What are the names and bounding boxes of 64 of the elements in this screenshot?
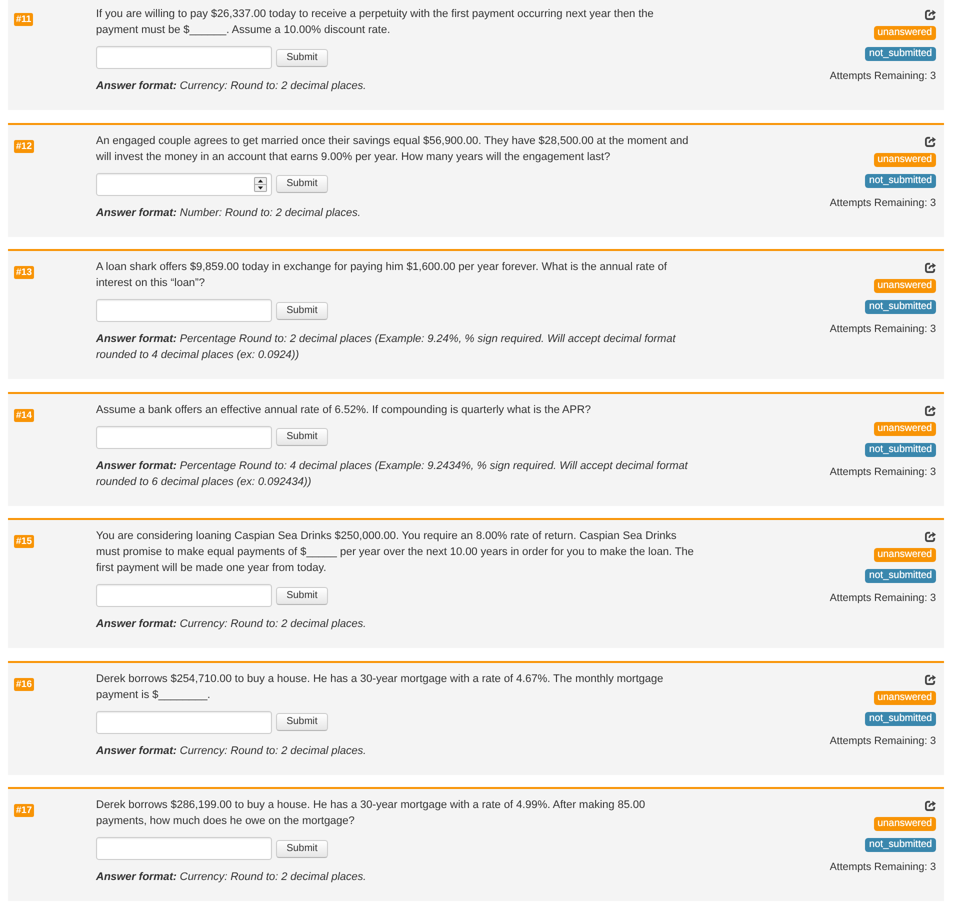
submit-button[interactable]: Submit [276,586,328,604]
box-arrow-icon[interactable] [925,531,936,542]
answer-input[interactable] [96,426,272,448]
attempts-remaining-text: Attempts Remaining: 3 [830,69,936,84]
status-badge: not_submitted [865,442,936,456]
submit-button[interactable]: Submit [276,48,328,66]
status-badge: not_submitted [865,569,936,583]
box-arrow-icon[interactable] [925,9,936,20]
attempts-remaining-text: Attempts Remaining: 3 [830,464,936,480]
question-number-badge: #17 [14,804,34,817]
status-badge: not_submitted [865,712,936,726]
question-number-badge: #11 [14,13,34,26]
status-badge: not_submitted [865,47,936,61]
answer-format-text: Answer format: Currency: Round to: 2 decimal places. [96,617,366,632]
spinner-arrows-icon[interactable] [254,176,267,192]
question-number-badge: #14 [14,408,34,422]
number-input[interactable] [96,172,272,196]
question-number-badge: #12 [14,140,34,152]
status-badge: not_submitted [865,174,936,188]
submit-button[interactable]: Submit [276,428,328,446]
question-number-badge: #15 [14,535,34,548]
attempts-remaining-text: Attempts Remaining: 3 [830,591,936,606]
answer-format-text: Answer format: Currency: Round to: 2 decimal places. [96,79,366,94]
box-arrow-icon[interactable] [925,674,936,684]
status-badge: unanswered [874,26,936,40]
answer-format-text: Answer format: Percentage Round to: 4 decimal places (Example: 9.2434%, % sign required. Will accept decimal format rounded to 6 decimal places (ex: 0.092434)) [96,458,689,490]
attempts-remaining-text: Attempts Remaining: 3 [830,322,936,337]
status-badge: not_submitted [865,838,936,852]
question-text: Derek borrows $286,199.00 to buy a house. He has a 30-year mortgage with a rate of 4.99%. After making 85.00 payments, how much does he owe on the mortgage? [96,798,646,829]
attempts-remaining-text: Attempts Remaining: 3 [830,860,936,875]
question-text: Derek borrows $254,710.00 to buy a house. He has a 30-year mortgage with a rate of 4.67%. The monthly mortgage payment is $________. [96,672,664,702]
box-arrow-icon[interactable] [925,800,936,811]
question-number-badge: #16 [14,678,34,690]
answer-format-text: Answer format: Currency: Round to: 2 decimal places. [96,744,366,758]
answer-input[interactable] [96,46,272,69]
question-text: Assume a bank offers an effective annual rate of 6.52%. If compounding is quarterly what is the APR? [96,402,591,418]
submit-button[interactable]: Submit [276,713,328,731]
question-text: A loan shark offers $9,859.00 today in exchange for paying him $1,600.00 per year forever. What is the annual rate of interest on this “loan”? [96,260,668,291]
status-badge: unanswered [874,548,936,562]
answer-format-text: Answer format: Currency: Round to: 2 decimal places. [96,870,366,885]
box-arrow-icon[interactable] [925,404,936,416]
status-badge: not_submitted [865,300,936,314]
box-arrow-icon[interactable] [925,262,936,273]
attempts-remaining-text: Attempts Remaining: 3 [830,734,936,748]
status-badge: unanswered [874,817,936,831]
status-badge: unanswered [874,152,936,166]
status-badge: unanswered [874,422,936,436]
question-number-badge: #13 [14,266,34,279]
answer-input[interactable] [96,299,272,322]
answer-input[interactable] [96,710,272,734]
answer-format-text: Answer format: Number: Round to: 2 decimal places. [96,206,361,220]
submit-button[interactable]: Submit [276,302,328,320]
status-badge: unanswered [874,279,936,293]
answer-format-text: Answer format: Percentage Round to: 2 decimal places (Example: 9.24%, % sign required. Will accept decimal format rounded to 4 decimal places (ex: 0.0924)) [96,332,677,363]
answer-input[interactable] [96,837,272,860]
status-badge: unanswered [874,690,936,704]
answer-input[interactable] [96,584,272,607]
question-text: If you are willing to pay $26,337.00 today to receive a perpetuity with the first payment occurring next year then the payment must be $______. Assume a 10.00% discount rate. [96,7,655,38]
box-arrow-icon[interactable] [925,136,936,146]
question-text: An engaged couple agrees to get married once their savings equal $56,900.00. They have $28,500.00 at the moment and will invest the money in an account that earns 9.00% per year. How many years will the engagement last? [96,134,690,164]
attempts-remaining-text: Attempts Remaining: 3 [830,196,936,210]
submit-button[interactable]: Submit [276,840,328,858]
submit-button[interactable]: Submit [276,175,328,193]
question-text: You are considering loaning Caspian Sea Drinks $250,000.00. You require an 8.00% rate of return. Caspian Sea Drinks must promise to make equal payments of $_____ per year over the next 10.00 years in order for you to make the loan. The first payment will be made one year from today. [96,529,695,576]
